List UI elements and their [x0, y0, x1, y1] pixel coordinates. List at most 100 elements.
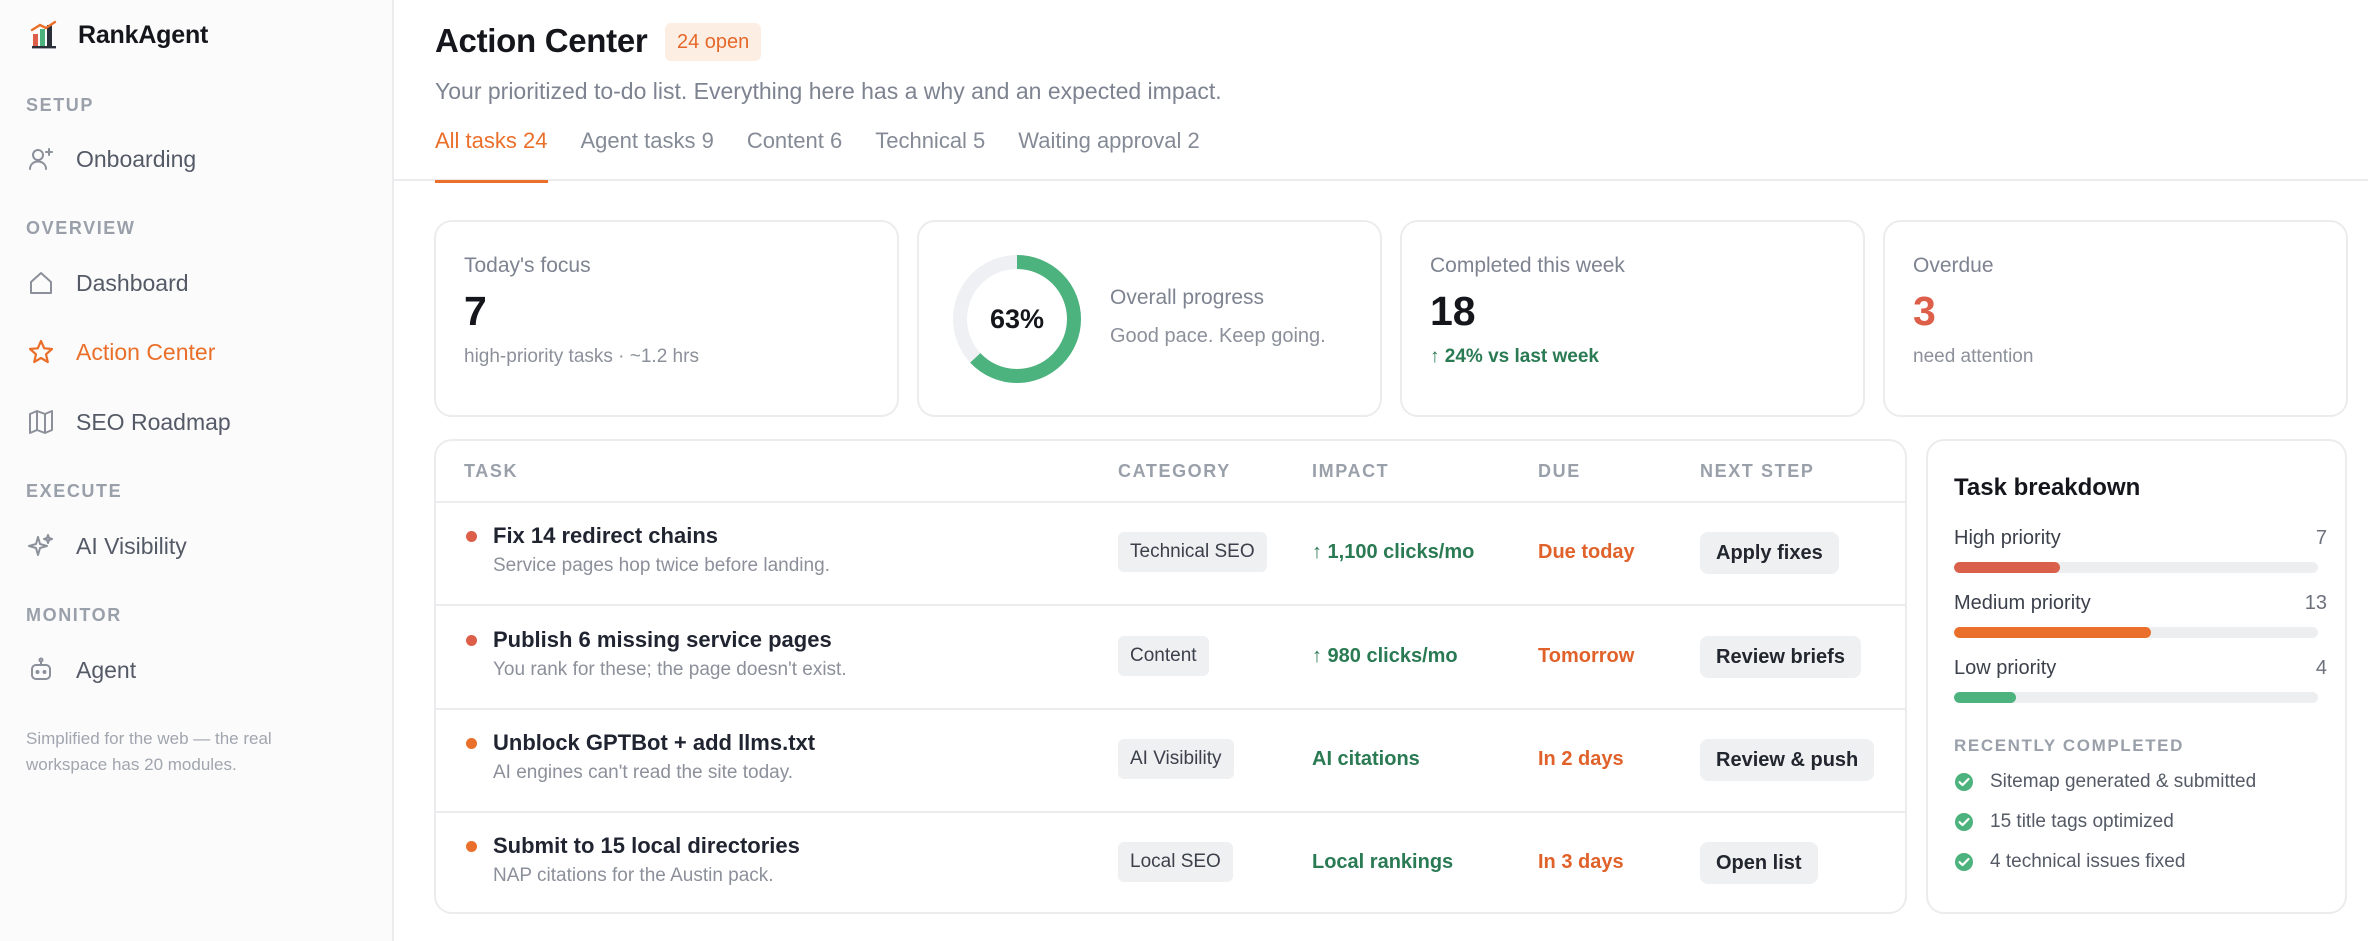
- sidebar-item-label: AI Visibility: [76, 532, 187, 559]
- task-description: AI engines can't read the site today.: [493, 762, 794, 783]
- tab-content[interactable]: Content 6: [747, 128, 842, 181]
- home-icon: [26, 268, 56, 298]
- category-tag: Local SEO: [1118, 842, 1233, 882]
- task-breakdown-card: Task breakdown High priority 7 Medium pr…: [1926, 439, 2347, 914]
- user-plus-icon: [26, 144, 56, 174]
- recent-item: 4 technical issues fixed: [1954, 851, 2185, 873]
- recent-item: 15 title tags optimized: [1954, 811, 2174, 833]
- priority-bar-low: [1954, 692, 2318, 703]
- stat-trend: ↑ 24% vs last week: [1430, 346, 1599, 367]
- priority-dot: [466, 841, 477, 852]
- sidebar: RankAgent SETUP Onboarding OVERVIEW Dash…: [0, 0, 394, 941]
- priority-dot: [466, 531, 477, 542]
- sidebar-item-seo-roadmap[interactable]: SEO Roadmap: [26, 400, 366, 444]
- stat-sub: high-priority tasks · ~1.2 hrs: [464, 346, 699, 367]
- impact-value: AI citations: [1312, 748, 1420, 770]
- next-step-button[interactable]: Review briefs: [1700, 636, 1861, 678]
- task-name: Fix 14 redirect chains: [493, 523, 718, 548]
- column-header-due: DUE: [1538, 461, 1581, 481]
- stat-card-progress: 63% Overall progress Good pace. Keep goi…: [917, 220, 1382, 417]
- table-row[interactable]: Unblock GPTBot + add llms.txt AI engines…: [436, 710, 1905, 813]
- recent-item-label: Sitemap generated & submitted: [1990, 771, 2257, 792]
- sidebar-item-agent[interactable]: Agent: [26, 648, 366, 692]
- bot-icon: [26, 655, 56, 685]
- next-step-button[interactable]: Apply fixes: [1700, 532, 1839, 574]
- impact-value: Local rankings: [1312, 851, 1454, 873]
- rankagent-logo-icon: [30, 20, 57, 49]
- tab-waiting-approval[interactable]: Waiting approval 2: [1018, 128, 1199, 181]
- sparkles-icon: [26, 531, 56, 561]
- check-circle-icon: [1955, 773, 1973, 791]
- category-tag: Content: [1118, 636, 1209, 676]
- next-step-button[interactable]: Review & push: [1700, 739, 1875, 781]
- priority-label-high: High priority: [1954, 527, 2061, 549]
- page-subtitle: Your prioritized to-do list. Everything …: [435, 78, 1222, 104]
- task-name: Unblock GPTBot + add llms.txt: [493, 730, 816, 755]
- brand[interactable]: RankAgent: [30, 20, 208, 50]
- recent-item: Sitemap generated & submitted: [1954, 771, 2256, 793]
- priority-bar-fill: [1954, 692, 2016, 703]
- check-circle-icon: [1955, 853, 1973, 871]
- progress-percent: 63%: [989, 303, 1045, 334]
- priority-count-high: 7: [2315, 527, 2327, 549]
- priority-label-medium: Medium priority: [1954, 592, 2091, 614]
- column-header-category: CATEGORY: [1118, 461, 1231, 481]
- stat-value: 3: [1913, 288, 1936, 334]
- brand-name: RankAgent: [78, 20, 209, 49]
- task-description: You rank for these; the page doesn't exi…: [493, 659, 847, 680]
- page-header: Action Center 24 open Your prioritized t…: [394, 0, 2368, 183]
- tab-all-tasks[interactable]: All tasks 24: [435, 128, 548, 183]
- map-icon: [26, 407, 56, 437]
- priority-bar-high: [1954, 562, 2318, 573]
- table-row[interactable]: Submit to 15 local directories NAP citat…: [436, 813, 1905, 912]
- priority-count-low: 4: [2315, 657, 2327, 679]
- sidebar-item-label: Action Center: [76, 338, 216, 365]
- stat-card-overdue: Overdue 3 need attention: [1883, 220, 2348, 417]
- category-tag: AI Visibility: [1118, 739, 1234, 779]
- star-icon: [26, 337, 56, 367]
- due-value: In 2 days: [1538, 748, 1624, 770]
- sidebar-item-action-center[interactable]: Action Center: [26, 330, 366, 374]
- stat-label: Completed this week: [1430, 254, 1625, 277]
- task-name: Publish 6 missing service pages: [493, 627, 832, 652]
- column-header-task: TASK: [464, 461, 519, 481]
- impact-value: ↑ 980 clicks/mo: [1312, 645, 1458, 667]
- recent-item-label: 4 technical issues fixed: [1990, 851, 2186, 872]
- sidebar-item-dashboard[interactable]: Dashboard: [26, 261, 366, 305]
- sidebar-item-label: Onboarding: [76, 145, 197, 172]
- table-row[interactable]: Publish 6 missing service pages You rank…: [436, 607, 1905, 710]
- priority-bar-medium: [1954, 627, 2318, 638]
- sidebar-item-label: SEO Roadmap: [76, 408, 231, 435]
- stat-card-focus: Today's focus 7 high-priority tasks · ~1…: [434, 220, 899, 417]
- open-count-badge: 24 open: [665, 23, 762, 61]
- sidebar-item-ai-visibility[interactable]: AI Visibility: [26, 524, 366, 568]
- sidebar-item-onboarding[interactable]: Onboarding: [26, 137, 366, 181]
- category-tag: Technical SEO: [1118, 532, 1267, 572]
- due-value: Due today: [1538, 541, 1635, 563]
- column-header-impact: IMPACT: [1312, 461, 1390, 481]
- task-name: Submit to 15 local directories: [493, 833, 800, 858]
- recently-completed-label: RECENTLY COMPLETED: [1954, 736, 2184, 755]
- priority-label-low: Low priority: [1954, 657, 2057, 679]
- section-label-overview: OVERVIEW: [26, 218, 136, 238]
- sidebar-item-label: Dashboard: [76, 269, 189, 296]
- section-label-monitor: MONITOR: [26, 605, 122, 625]
- sidebar-item-label: Agent: [76, 656, 137, 683]
- stat-label: Overall progress: [1110, 286, 1265, 309]
- next-step-button[interactable]: Open list: [1700, 842, 1818, 884]
- tab-technical[interactable]: Technical 5: [875, 128, 985, 181]
- tab-agent-tasks[interactable]: Agent tasks 9: [581, 128, 714, 181]
- impact-value: ↑ 1,100 clicks/mo: [1312, 541, 1475, 563]
- priority-dot: [466, 738, 477, 749]
- stat-sub: Good pace. Keep going.: [1110, 325, 1326, 347]
- task-tabs: All tasks 24 Agent tasks 9 Content 6 Tec…: [435, 128, 1200, 183]
- stat-value: 18: [1430, 288, 1476, 334]
- due-value: Tomorrow: [1538, 645, 1635, 667]
- breakdown-title: Task breakdown: [1954, 474, 2141, 501]
- priority-count-medium: 13: [2304, 592, 2327, 614]
- recent-item-label: 15 title tags optimized: [1990, 811, 2174, 832]
- stat-sub: need attention: [1913, 346, 2034, 367]
- stat-card-completed: Completed this week 18 ↑ 24% vs last wee…: [1400, 220, 1865, 417]
- check-circle-icon: [1955, 813, 1973, 831]
- table-row[interactable]: Fix 14 redirect chains Service pages hop…: [436, 503, 1905, 606]
